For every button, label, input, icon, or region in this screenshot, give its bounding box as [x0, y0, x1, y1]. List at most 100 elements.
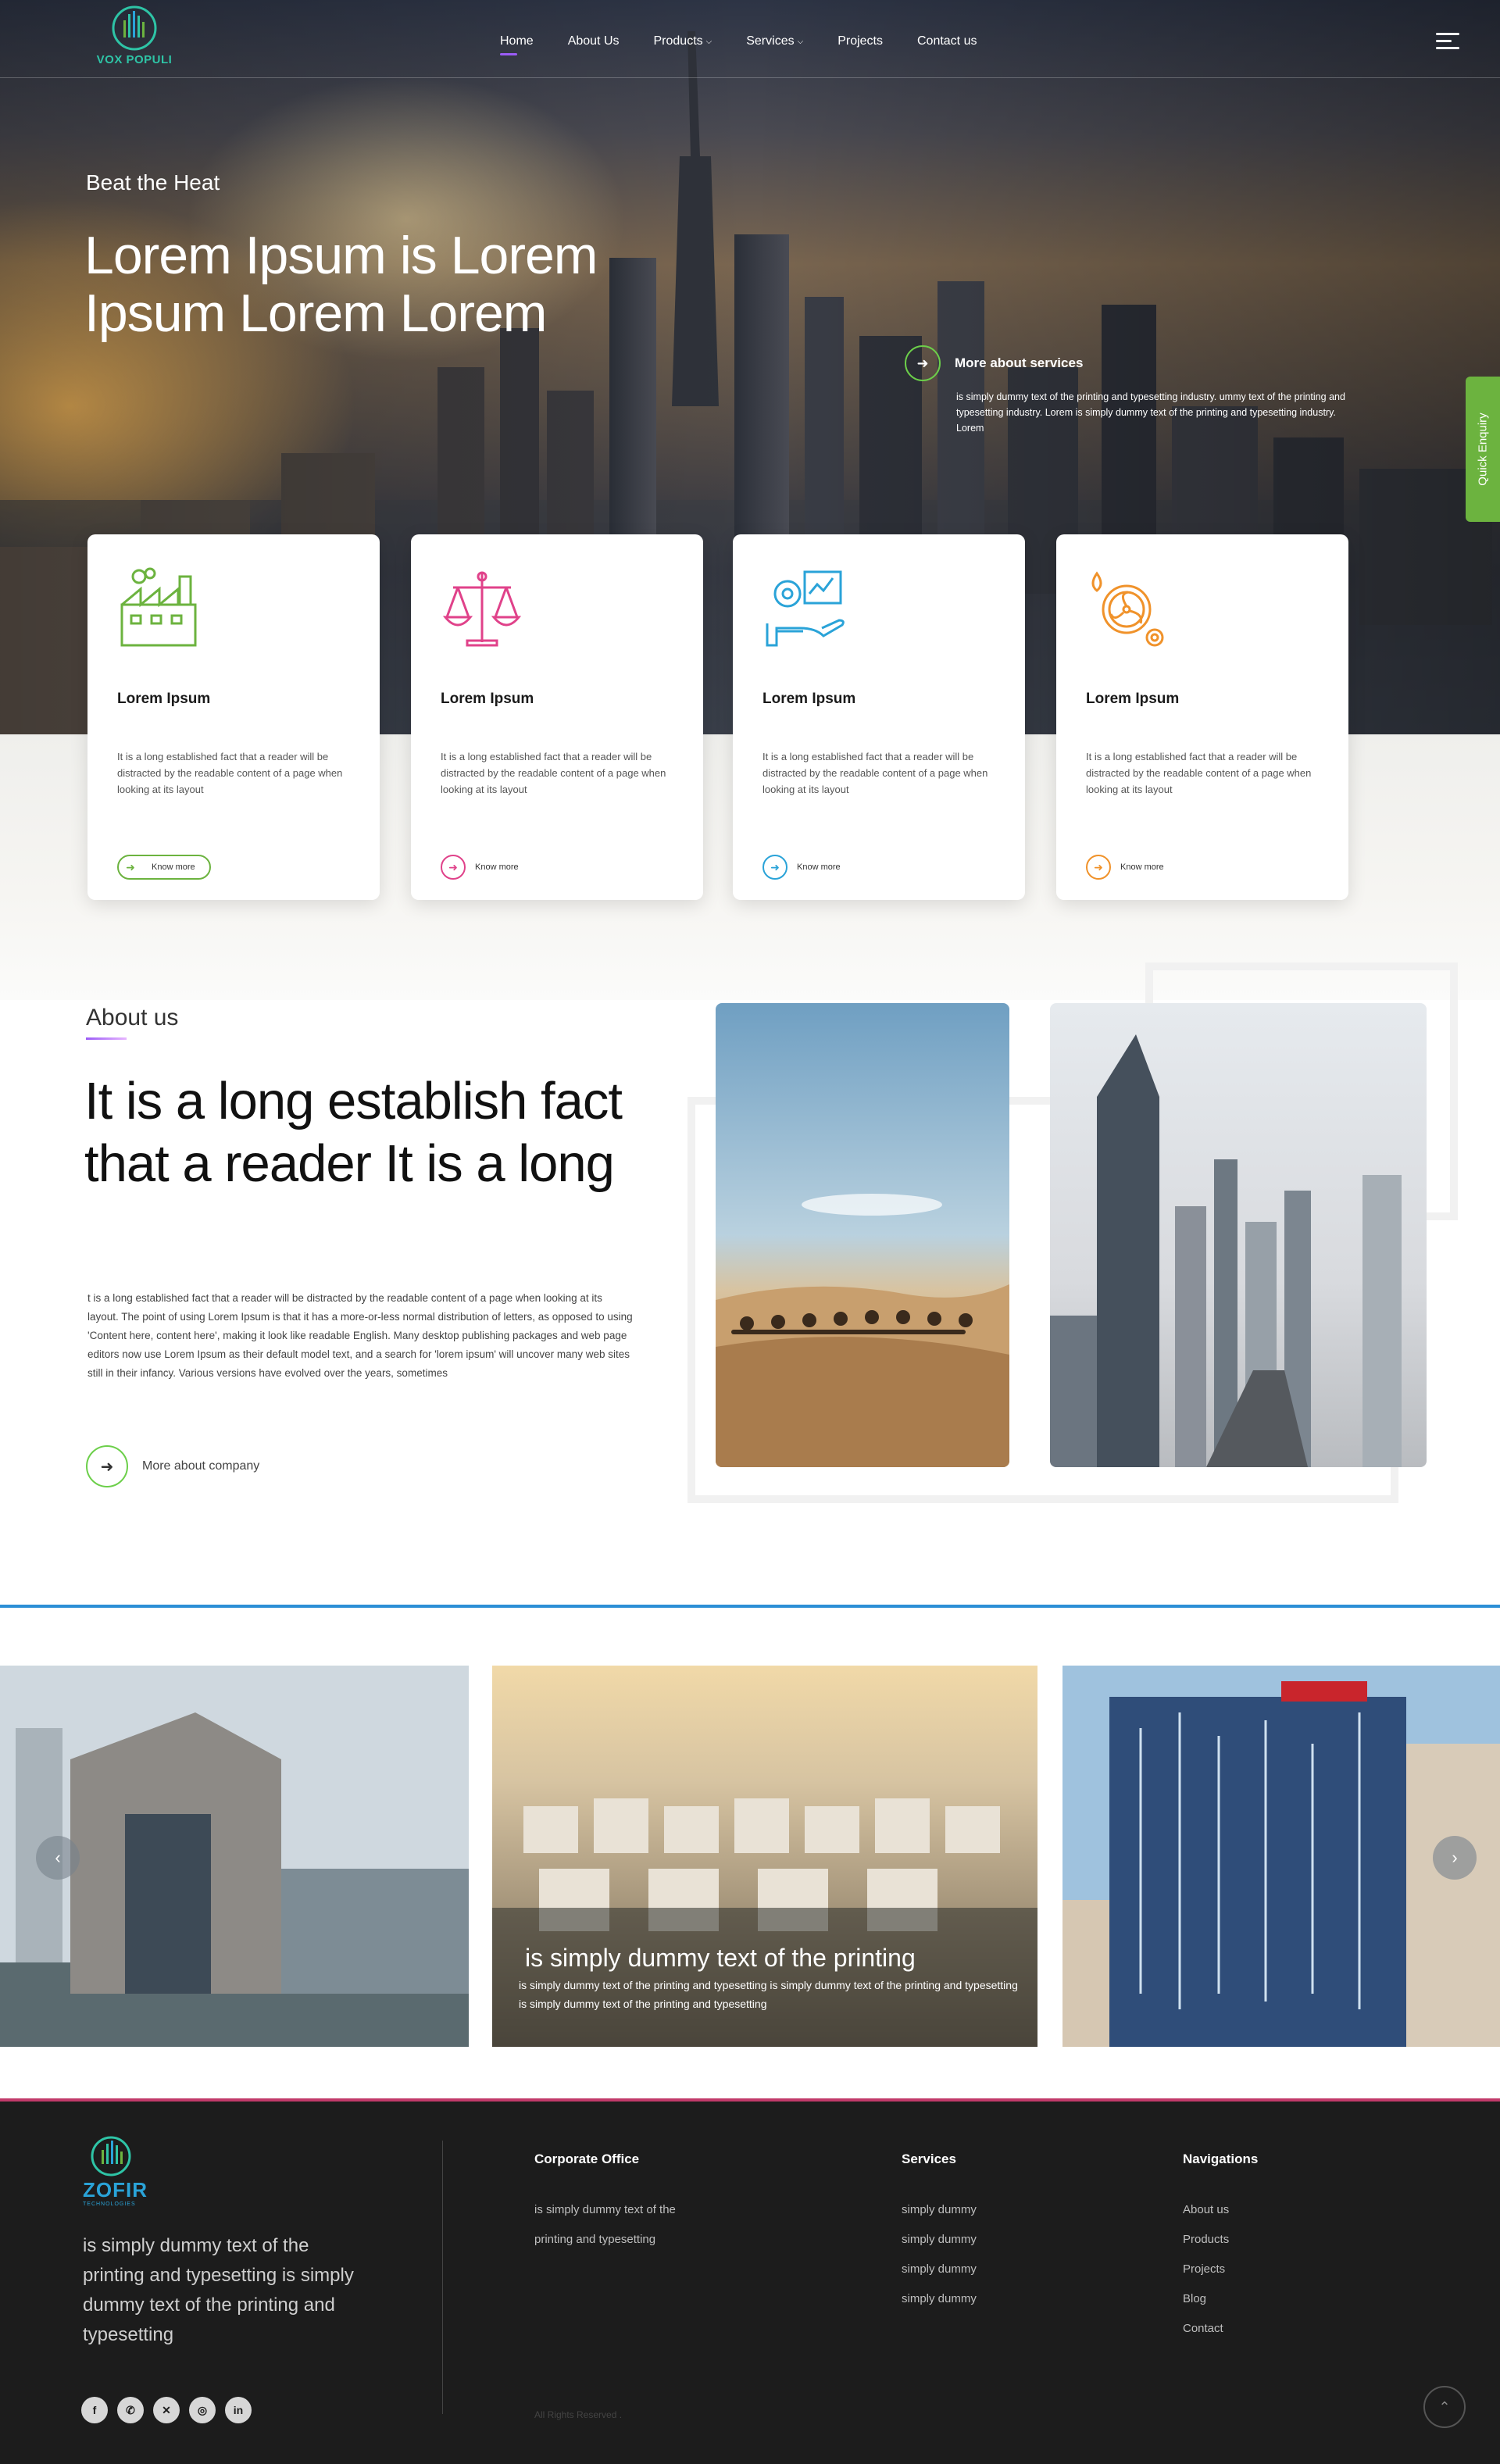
site-footer: ZOFIR TECHNOLOGIES is simply dummy text … [0, 2098, 1500, 2464]
footer-description: is simply dummy text of the printing and… [83, 2235, 354, 2345]
card-title: Lorem Ipsum [117, 691, 211, 707]
main-nav: Home About Us Products ⌵ Services ⌵ Projec… [500, 34, 1011, 55]
footer-service-link[interactable]: simply dummy [902, 2195, 977, 2225]
card-title: Lorem Ipsum [441, 691, 534, 707]
feature-card: Lorem Ipsum It is a long established fac… [411, 534, 703, 900]
hand-gear-icon [766, 570, 845, 647]
more-services-link[interactable]: ➜ More about services [905, 345, 1083, 381]
chevron-left-icon[interactable]: ‹ [36, 1836, 80, 1880]
know-more-button[interactable]: ➜ Know more [1086, 855, 1164, 880]
card-text: It is a long established fact that a rea… [762, 751, 988, 795]
nav-services-label: Services [746, 34, 795, 48]
about-text: t is a long established fact that a read… [88, 1292, 633, 1379]
nav-contact[interactable]: Contact us [917, 34, 977, 48]
footer-nav-blog[interactable]: Blog [1183, 2284, 1258, 2314]
more-services-label: More about services [955, 355, 1084, 370]
hamburger-icon[interactable] [1436, 33, 1459, 50]
hero-kicker: Beat the Heat [86, 170, 220, 195]
services-description: is simply dummy text of the printing and… [956, 391, 1345, 434]
arrow-right-icon: ➜ [905, 345, 941, 381]
know-more-button[interactable]: ➜ Know more [762, 855, 841, 880]
card-text: It is a long established fact that a rea… [441, 751, 666, 795]
gallery-caption: is simply dummy text of the printing is … [519, 1944, 1019, 2013]
social-links: f ✆ ✕ ◎ in [81, 2397, 252, 2423]
scales-icon [442, 571, 522, 647]
know-more-button[interactable]: ➜ Know more [441, 855, 519, 880]
nav-contact-label: Contact us [916, 34, 977, 48]
footer-logo-subtext: TECHNOLOGIES [83, 2202, 136, 2207]
footer-nav-contact[interactable]: Contact [1183, 2314, 1258, 2344]
x-icon[interactable]: ✕ [153, 2397, 180, 2423]
fan-gear-icon [1091, 571, 1164, 647]
scroll-to-top-icon[interactable]: ⌃ [1423, 2386, 1466, 2428]
dubai-towers-image [1050, 1003, 1427, 1467]
nav-home-label: Home [500, 34, 534, 48]
facebook-icon[interactable]: f [81, 2397, 108, 2423]
arrow-right-icon: ➜ [762, 855, 788, 880]
arrow-right-icon: ➜ [441, 855, 466, 880]
chevron-right-icon[interactable]: › [1433, 1836, 1477, 1880]
factory-icon [120, 567, 197, 647]
desert-camels-image [716, 1003, 1009, 1467]
linkedin-icon[interactable]: in [225, 2397, 252, 2423]
more-about-company-link[interactable]: ➜ More about company [86, 1445, 259, 1487]
quick-enquiry-tab[interactable]: Quick Enquiry [1466, 377, 1500, 522]
feature-card: Lorem Ipsum It is a long established fac… [88, 534, 380, 900]
about-kicker: About us [86, 1005, 179, 1030]
feature-card: Lorem Ipsum It is a long established fac… [733, 534, 1025, 900]
chevron-down-icon: ⌵ [705, 37, 712, 46]
know-more-label: Know more [152, 862, 195, 872]
copyright: All Rights Reserved . [534, 2409, 623, 2420]
nav-home[interactable]: Home [500, 34, 534, 55]
arrow-right-icon: ➜ [1086, 855, 1111, 880]
feature-card: Lorem Ipsum It is a long established fac… [1056, 534, 1348, 900]
footer-service-link[interactable]: simply dummy [902, 2225, 977, 2255]
footer-corporate-heading: Corporate Office [534, 2152, 640, 2166]
more-about-company-label: More about company [142, 1459, 260, 1473]
card-title: Lorem Ipsum [762, 691, 856, 707]
site-header: VOX POPULI Home About Us Products ⌵ Servi… [0, 0, 1500, 78]
gallery-caption-title: is simply dummy text of the printing [525, 1944, 916, 1972]
arrow-right-icon: ➜ [126, 860, 135, 873]
chevron-down-icon: ⌵ [797, 37, 804, 46]
footer-service-link[interactable]: simply dummy [902, 2255, 977, 2284]
section-divider [0, 1605, 1500, 1608]
about-title: It is a long establish fact that a reade… [84, 1072, 623, 1193]
card-title: Lorem Ipsum [1086, 691, 1180, 707]
gallery-image-villas[interactable]: is simply dummy text of the printing is … [492, 1666, 1038, 2047]
footer-nav-products[interactable]: Products [1183, 2225, 1258, 2255]
footer-service-link[interactable]: simply dummy [902, 2284, 977, 2314]
nav-projects[interactable]: Projects [838, 34, 883, 48]
know-more-label: Know more [475, 862, 519, 872]
footer-navigations: Navigations About us Products Projects B… [1183, 2152, 1258, 2344]
gallery-caption-text: is simply dummy text of the printing and… [519, 1979, 1018, 2010]
quick-enquiry-label: Quick Enquiry [1476, 412, 1490, 486]
footer-services: Services simply dummy simply dummy simpl… [902, 2152, 977, 2314]
logo[interactable]: VOX POPULI [95, 5, 173, 72]
about-kicker-underline [86, 1037, 127, 1040]
footer-divider [442, 2141, 443, 2414]
logo-text: VOX POPULI [96, 53, 173, 66]
nav-projects-label: Projects [838, 34, 883, 48]
footer-services-heading: Services [902, 2152, 956, 2166]
know-more-label: Know more [1120, 862, 1164, 872]
nav-about[interactable]: About Us [568, 34, 620, 48]
card-text: It is a long established fact that a rea… [1086, 751, 1312, 795]
know-more-button[interactable]: ➜ Know more [117, 855, 211, 880]
footer-nav-about[interactable]: About us [1183, 2195, 1258, 2225]
footer-logo-text: ZOFIR [83, 2178, 148, 2202]
nav-about-label: About Us [567, 34, 620, 48]
instagram-icon[interactable]: ◎ [189, 2397, 216, 2423]
nav-products[interactable]: Products ⌵ [654, 34, 712, 48]
nav-products-label: Products [653, 34, 703, 48]
logo-icon [112, 5, 157, 51]
hero-title: Lorem Ipsum is Lorem Ipsum Lorem Lorem [84, 226, 598, 343]
whatsapp-icon[interactable]: ✆ [117, 2397, 144, 2423]
know-more-label: Know more [797, 862, 841, 872]
arrow-right-icon: ➜ [86, 1445, 128, 1487]
nav-services[interactable]: Services ⌵ [746, 34, 803, 48]
footer-corporate-line: printing and typesetting [534, 2233, 656, 2246]
footer-corporate: Corporate Office is simply dummy text of… [534, 2152, 676, 2255]
footer-nav-projects[interactable]: Projects [1183, 2255, 1258, 2284]
card-text: It is a long established fact that a rea… [117, 751, 343, 795]
